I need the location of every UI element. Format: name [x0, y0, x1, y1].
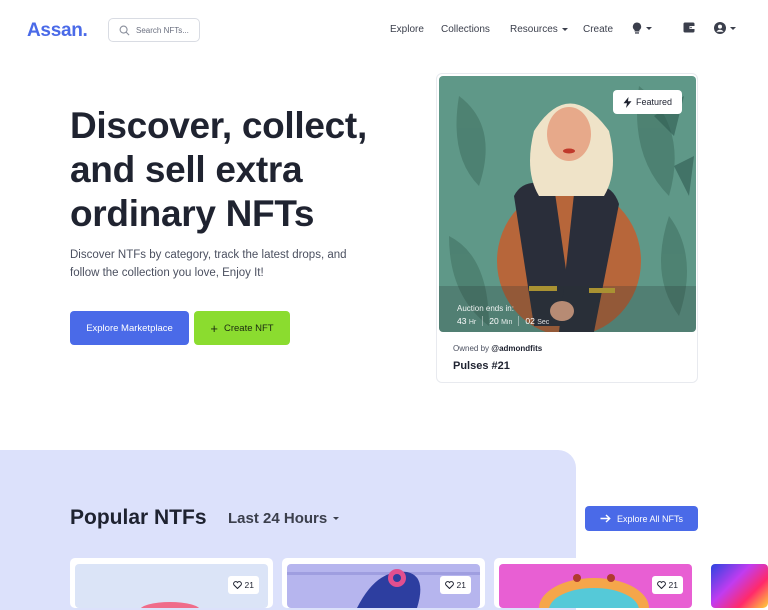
create-nft-button[interactable]: + Create NFT	[194, 311, 290, 345]
featured-badge-label: Featured	[635, 97, 672, 107]
arrow-right-icon	[600, 514, 611, 523]
wallet-icon	[683, 22, 695, 33]
heart-icon	[232, 581, 242, 589]
auction-minutes: 20 Min	[482, 316, 518, 326]
chevron-down-icon	[333, 517, 340, 520]
explore-all-label: Explore All NFTs	[616, 513, 684, 524]
hero-title: Discover, collect, and sell extra ordina…	[70, 105, 367, 234]
search-icon	[119, 25, 130, 35]
explore-all-nfts-button[interactable]: Explore All NFTs	[585, 506, 698, 531]
wallet-button[interactable]	[683, 22, 695, 33]
time-filter-dropdown[interactable]: Last 24 Hours	[228, 510, 340, 527]
plus-icon: +	[210, 320, 218, 336]
search-box[interactable]	[108, 18, 200, 42]
explore-marketplace-button[interactable]: Explore Marketplace	[70, 311, 189, 345]
nft-card[interactable]: 21	[282, 558, 485, 608]
featured-nft-image: Featured Auction ends in: 43 Hr 20 Min 0…	[439, 76, 696, 332]
chevron-down-icon	[730, 26, 736, 30]
owner-line: Owned by @admondfits	[453, 344, 542, 353]
auction-label: Auction ends in:	[457, 304, 514, 313]
heart-icon	[656, 581, 666, 589]
create-nft-label: Create NFT	[223, 322, 274, 334]
brand-logo[interactable]: Assan.	[27, 20, 88, 42]
user-avatar-icon	[714, 22, 726, 34]
theme-toggle[interactable]	[632, 22, 652, 35]
lightbulb-icon	[632, 22, 642, 34]
featured-badge: Featured	[612, 90, 682, 114]
nav-resources-label: Resources	[510, 24, 558, 35]
auction-countdown: Auction ends in: 43 Hr 20 Min 02 Sec	[451, 304, 555, 326]
auction-seconds: 02 Sec	[518, 316, 555, 326]
like-count: 21	[668, 580, 678, 590]
nft-image	[711, 564, 768, 608]
auction-hours: 43 Hr	[457, 316, 477, 326]
like-count: 21	[244, 580, 254, 590]
nft-card[interactable]: 21	[494, 558, 697, 608]
featured-nft-name[interactable]: Pulses #21	[453, 360, 510, 372]
heart-icon	[444, 581, 454, 589]
nft-card[interactable]: 21	[70, 558, 273, 608]
nav-collections[interactable]: Collections	[441, 24, 490, 35]
time-filter-label: Last 24 Hours	[228, 510, 328, 527]
chevron-down-icon	[646, 27, 652, 30]
navbar: Assan. Explore Collections Resources Cre…	[0, 0, 768, 62]
nav-create[interactable]: Create	[583, 24, 613, 35]
account-menu[interactable]	[714, 22, 736, 34]
owner-link[interactable]: @admondfits	[491, 344, 542, 353]
nft-card[interactable]	[706, 558, 768, 608]
like-button[interactable]: 21	[227, 576, 259, 594]
search-input[interactable]	[136, 25, 198, 35]
owned-prefix: Owned by	[453, 344, 490, 353]
featured-nft-card[interactable]: Featured Auction ends in: 43 Hr 20 Min 0…	[436, 73, 698, 383]
nav-resources[interactable]: Resources	[510, 24, 568, 35]
nav-explore[interactable]: Explore	[390, 24, 424, 35]
like-button[interactable]: 21	[439, 576, 471, 594]
like-button[interactable]: 21	[651, 576, 683, 594]
like-count: 21	[456, 580, 466, 590]
chevron-down-icon	[561, 28, 568, 31]
popular-title: Popular NTFs	[70, 506, 207, 529]
hero-subtitle: Discover NTFs by category, track the lat…	[70, 249, 347, 279]
lightning-icon	[623, 96, 632, 108]
